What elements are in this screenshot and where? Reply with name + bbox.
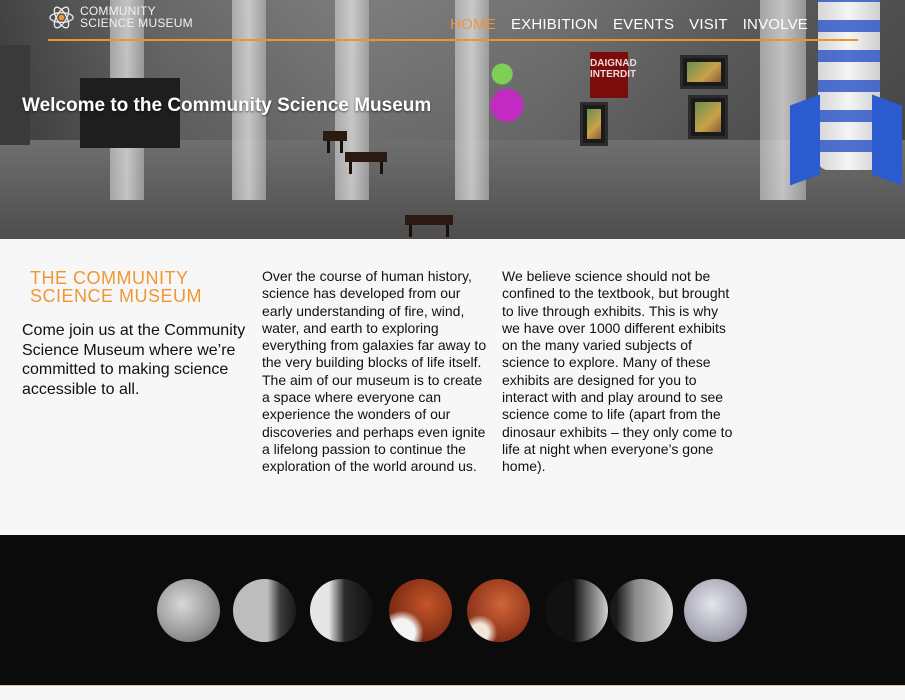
atom-logo-icon (49, 6, 74, 28)
hero-rocket-fin (872, 94, 902, 186)
site-logo[interactable]: COMMUNITY SCIENCE MUSEUM (48, 2, 193, 32)
hero-sign: DAIGNAD INTERDIT (590, 52, 637, 98)
moon-phase-2 (233, 579, 296, 642)
main-menu: HOME EXHIBITION EVENTS VISIT INVOLVE (450, 16, 808, 33)
nav-involve[interactable]: INVOLVE (743, 16, 808, 33)
history-paragraph: Over the course of human history, scienc… (262, 268, 487, 475)
exhibits-paragraph: We believe science should not be confine… (502, 268, 733, 475)
logo-line-2: SCIENCE MUSEUM (80, 16, 193, 30)
hero-picture-frame (688, 95, 728, 139)
hero-banner: DAIGNAD INTERDIT COMMUNITY SCIENCE MUSEU… (0, 0, 905, 239)
logo-text: COMMUNITY SCIENCE MUSEUM (80, 5, 193, 29)
nav-home[interactable]: HOME (450, 16, 496, 33)
moon-phase-4 (389, 579, 452, 642)
footer-divider (0, 685, 905, 700)
brand-line-2: SCIENCE MUSEUM (30, 286, 203, 306)
moon-phase-5 (467, 579, 530, 642)
hero-title: Welcome to the Community Science Museum (22, 95, 432, 116)
moon-phase-1 (157, 579, 220, 642)
moon-phase-8 (684, 579, 747, 642)
hero-toy-exhibit (483, 60, 531, 130)
nav-visit[interactable]: VISIT (689, 16, 728, 33)
intro-section: THE COMMUNITY SCIENCE MUSEUM Come join u… (0, 239, 905, 535)
nav-exhibition[interactable]: EXHIBITION (511, 16, 598, 33)
nav-events[interactable]: EVENTS (613, 16, 674, 33)
hero-picture-frame (580, 102, 608, 146)
moon-phase-7 (610, 579, 673, 642)
lunar-eclipse-phases-image (0, 535, 905, 685)
intro-text: Come join us at the Community Science Mu… (22, 322, 246, 398)
brand-line-1: THE COMMUNITY (30, 268, 189, 288)
hero-rocket-fin (790, 94, 820, 186)
top-navigation: COMMUNITY SCIENCE MUSEUM HOME EXHIBITION… (48, 0, 858, 41)
moon-phase-3 (310, 579, 373, 642)
hero-bench (405, 215, 453, 237)
museum-brand-heading: THE COMMUNITY SCIENCE MUSEUM (30, 269, 202, 305)
hero-bench (323, 131, 347, 153)
hero-bench (345, 152, 387, 174)
hero-picture-frame (680, 55, 728, 89)
moon-phase-6 (545, 579, 608, 642)
